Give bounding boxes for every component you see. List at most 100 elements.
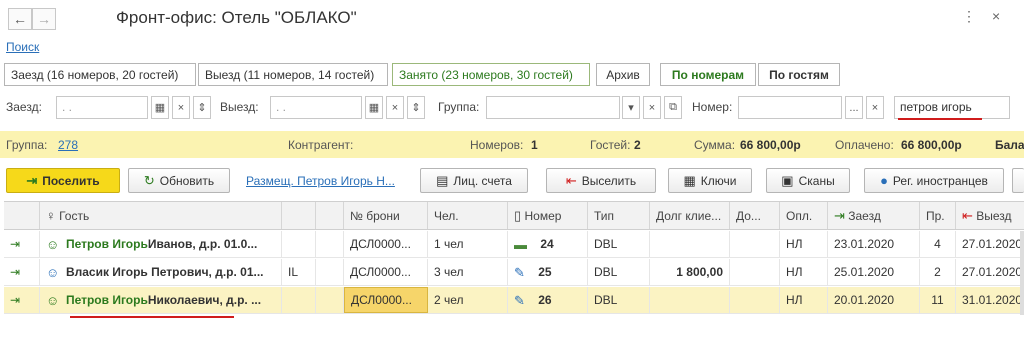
checkout-icon: ⇤ bbox=[565, 173, 577, 188]
header-status bbox=[4, 202, 40, 229]
select-dots-button[interactable]: ... bbox=[845, 96, 863, 119]
filter-checkout[interactable]: Выезд (11 номеров, 14 гостей) bbox=[198, 63, 388, 86]
table-header: ♀ Гость № брони Чел. ▯ Номер Тип Долг кл… bbox=[4, 202, 1024, 230]
more-toolbar-button[interactable] bbox=[1012, 168, 1024, 193]
departure-cell: 27.01.2020 bbox=[962, 237, 1023, 251]
group-select[interactable] bbox=[486, 96, 620, 119]
nights-cell: 4 bbox=[920, 231, 956, 257]
checkout-date-input[interactable]: . . bbox=[270, 96, 362, 119]
person-icon: ♀ bbox=[46, 208, 56, 223]
mark-cell: IL bbox=[282, 259, 316, 285]
pay-cell: НЛ bbox=[780, 231, 828, 257]
header-pay[interactable]: Опл. bbox=[780, 202, 828, 229]
open-icon[interactable]: ⧉ bbox=[664, 96, 682, 119]
header-mark bbox=[282, 202, 316, 229]
arrival-cell: 23.01.2020 bbox=[828, 231, 920, 257]
booking-cell-active[interactable]: ДСЛ0000... bbox=[344, 287, 428, 313]
spacer-cell bbox=[316, 259, 344, 285]
debt-cell: 1 800,00 bbox=[650, 259, 730, 285]
guest-cell: ☺ Власик Игорь Петрович, д.р. 01... bbox=[40, 259, 282, 285]
scans-button[interactable]: ▣ Сканы bbox=[766, 168, 850, 193]
sum-label: Сумма: bbox=[694, 138, 736, 152]
forward-arrow-icon: → bbox=[37, 11, 51, 27]
pay-cell: НЛ bbox=[780, 259, 828, 285]
filter-occupied[interactable]: Занято (23 номеров, 30 гостей) bbox=[392, 63, 590, 86]
guest-person-icon: ☺ bbox=[46, 236, 60, 252]
forward-button[interactable]: → bbox=[32, 8, 56, 30]
arrival-cell: 25.01.2020 bbox=[828, 259, 920, 285]
header-departure[interactable]: ⇤ Выезд bbox=[956, 202, 1024, 229]
guests-count-label: Гостей: bbox=[590, 138, 631, 152]
search-link[interactable]: Поиск bbox=[6, 40, 39, 54]
people-cell: 1 чел bbox=[428, 231, 508, 257]
type-cell: DBL bbox=[588, 259, 650, 285]
header-guest[interactable]: ♀ Гость bbox=[40, 202, 282, 229]
back-arrow-icon: ← bbox=[13, 11, 27, 27]
sum-value: 66 800,00р bbox=[740, 138, 801, 152]
paid-value: 66 800,00р bbox=[901, 138, 962, 152]
bed-icon: ▬ bbox=[514, 236, 527, 252]
chevron-down-icon[interactable]: ▾ bbox=[622, 96, 640, 119]
calendar-icon[interactable]: ▦ bbox=[151, 96, 169, 119]
guests-count: 2 bbox=[634, 138, 641, 152]
header-arrival[interactable]: ⇥ Заезд bbox=[828, 202, 920, 229]
stepper-icon[interactable]: ⇕ bbox=[407, 96, 425, 119]
header-room[interactable]: ▯ Номер bbox=[508, 202, 588, 229]
guest-underline bbox=[70, 316, 234, 318]
keys-button[interactable]: ▦ Ключи bbox=[668, 168, 752, 193]
debt-cell bbox=[650, 287, 730, 313]
group-number-link[interactable]: 278 bbox=[58, 138, 78, 152]
header-booking[interactable]: № брони bbox=[344, 202, 428, 229]
filter-archive[interactable]: Архив bbox=[596, 63, 650, 86]
header-nights[interactable]: Пр. bbox=[920, 202, 956, 229]
stepper-icon[interactable]: ⇕ bbox=[193, 96, 211, 119]
document-icon: ▤ bbox=[436, 173, 449, 188]
guest-search-input[interactable]: петров игорь bbox=[894, 96, 1010, 119]
booking-cell: ДСЛ0000... bbox=[344, 231, 428, 257]
people-cell: 3 чел bbox=[428, 259, 508, 285]
rooms-count: 1 bbox=[531, 138, 538, 152]
table-row[interactable]: ⇥ ☺ Власик Игорь Петрович, д.р. 01... IL… bbox=[4, 259, 1024, 286]
departure-cell: 27.01.2020 bbox=[962, 265, 1023, 279]
checkin-date-input[interactable]: . . bbox=[56, 96, 148, 119]
header-debt[interactable]: Долг клие... bbox=[650, 202, 730, 229]
scrollbar[interactable] bbox=[1020, 231, 1024, 315]
table-row[interactable]: ⇥ ☺ Петров Игорь Иванов, д.р. 01.0... ДС… bbox=[4, 231, 1024, 258]
clear-icon[interactable]: × bbox=[172, 96, 190, 119]
clear-icon[interactable]: × bbox=[386, 96, 404, 119]
filter-checkin[interactable]: Заезд (16 номеров, 20 гостей) bbox=[4, 63, 196, 86]
header-extra[interactable]: До... bbox=[730, 202, 780, 229]
close-icon[interactable]: × bbox=[992, 8, 1000, 24]
header-type[interactable]: Тип bbox=[588, 202, 650, 229]
refresh-button[interactable]: ↻ Обновить bbox=[128, 168, 230, 193]
checkout-button[interactable]: ⇤ Выселить bbox=[546, 168, 656, 193]
foreigners-button[interactable]: ● Рег. иностранцев bbox=[864, 168, 1004, 193]
tab-by-guests[interactable]: По гостям bbox=[758, 63, 840, 86]
pay-cell: НЛ bbox=[780, 287, 828, 313]
spacer-cell bbox=[316, 231, 344, 257]
debt-cell bbox=[650, 231, 730, 257]
placement-link[interactable]: Размещ. Петров Игорь Н... bbox=[246, 174, 395, 188]
nights-cell: 2 bbox=[920, 259, 956, 285]
group-info-bar: Группа: 278 Контрагент: Номеров: 1 Госте… bbox=[0, 131, 1024, 158]
guest-person-icon: ☺ bbox=[46, 292, 60, 308]
back-button[interactable]: ← bbox=[8, 8, 32, 30]
checkin-status-icon: ⇥ bbox=[4, 259, 40, 285]
more-menu-icon[interactable]: ⋮ bbox=[962, 8, 976, 25]
guest-person-icon: ☺ bbox=[46, 264, 60, 280]
clear-icon[interactable]: × bbox=[866, 96, 884, 119]
header-people[interactable]: Чел. bbox=[428, 202, 508, 229]
type-cell: DBL bbox=[588, 287, 650, 313]
accounts-button[interactable]: ▤ Лиц. счета bbox=[420, 168, 528, 193]
cleaning-icon: ✎ bbox=[514, 292, 525, 308]
checkin-label: Заезд: bbox=[6, 100, 42, 114]
tab-by-rooms[interactable]: По номерам bbox=[660, 63, 756, 86]
table-row-selected[interactable]: ⇥ ☺ Петров Игорь Николаевич, д.р. ... ДС… bbox=[4, 287, 1024, 314]
room-input[interactable] bbox=[738, 96, 842, 119]
contractor-label: Контрагент: bbox=[288, 138, 354, 152]
calendar-icon[interactable]: ▦ bbox=[365, 96, 383, 119]
checkin-button[interactable]: ⇥ Поселить bbox=[6, 168, 120, 193]
group-label: Группа: bbox=[438, 100, 480, 114]
room-label: Номер: bbox=[692, 100, 733, 114]
clear-icon[interactable]: × bbox=[643, 96, 661, 119]
